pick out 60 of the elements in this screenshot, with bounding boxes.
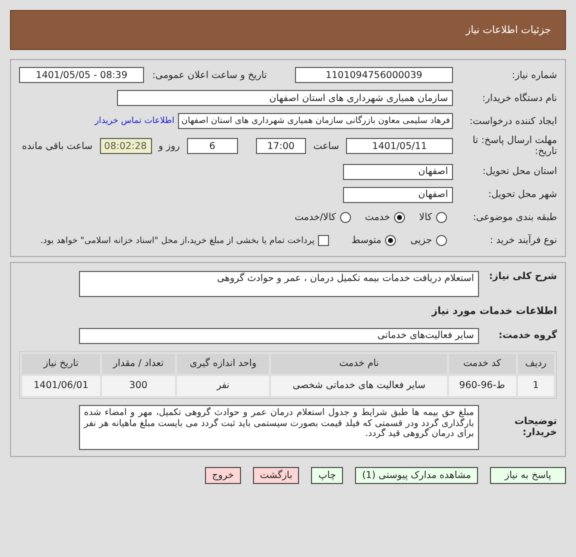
page-title: جزئیات اطلاعات نیاز	[466, 24, 551, 36]
checkbox-label: پرداخت تمام یا بخشی از مبلغ خرید،از محل "اسناد خزانه اسلامی" خواهد بود.	[40, 236, 314, 246]
buyer-notes-field: مبلغ حق بیمه ها طبق شرایط و جدول استعلام درمان عمر و حوادث گروهی تکمیل، مهر و امضاء شده بارگذاری گردد ودر قسمتی که فیلد قیمت بصورت سیستمی باید ثبت گردد می بایست مبلغ ماهیانه هر نفر برای درمان گروهی قید گردد.	[79, 404, 479, 450]
field-label: شرح کلی نیاز:	[488, 270, 557, 284]
summary-field: استعلام دریافت خدمات بیمه تکمیل درمان ، عمر و حوادث گروهی	[79, 270, 479, 297]
checkbox[interactable]	[318, 235, 330, 246]
radio-label: خدمت	[364, 212, 390, 224]
radio-button[interactable]	[436, 235, 447, 246]
radio-button[interactable]	[340, 212, 351, 224]
table-cell: 1401/06/01	[22, 376, 100, 396]
field-label: استان محل تحویل:	[481, 166, 557, 178]
column-header: نام خدمت	[271, 354, 447, 374]
radio-button[interactable]	[394, 212, 406, 224]
field-label: گروه خدمت:	[498, 330, 557, 342]
creator-field: فرهاد سلیمی معاون بازرگانی سازمان همیاری شهرداری های استان اصفهان	[178, 113, 453, 129]
radio-button[interactable]	[436, 212, 447, 224]
city-field: اصفهان	[343, 186, 453, 203]
field-label: مهلت ارسال پاسخ: تا تاریخ:	[472, 135, 557, 158]
remaining-label: ساعت باقی مانده	[21, 140, 94, 152]
table-cell: ط-96-960	[448, 376, 516, 396]
field-label: طبقه بندی موضوعی:	[472, 212, 557, 224]
action-button[interactable]: خروج	[205, 466, 241, 484]
action-button[interactable]: پاسخ به نیاز	[490, 466, 566, 484]
contact-link[interactable]: اطلاعات تماس خریدار	[94, 116, 174, 126]
table-cell: 300	[102, 376, 175, 396]
deadline-date-field: 1401/05/11	[346, 138, 453, 154]
column-header: کد خدمت	[448, 354, 516, 374]
days-field: 6	[186, 138, 238, 154]
action-button[interactable]: چاپ	[311, 466, 344, 484]
remaining-time-field: 08:02:28	[100, 138, 152, 154]
radio-label: کالا/خدمت	[294, 212, 336, 224]
province-field: اصفهان	[343, 164, 453, 180]
radio-label: متوسط	[351, 235, 382, 246]
column-header: تاریخ نیاز	[22, 354, 100, 374]
time-field: 17:00	[256, 138, 306, 154]
field-label: شماره نیاز:	[510, 70, 557, 80]
time-label: ساعت	[312, 140, 340, 152]
field-label: شهر محل تحویل:	[487, 189, 557, 200]
table-cell: سایر فعالیت های خدماتی شخصی	[271, 376, 447, 396]
field-label: ایجاد کننده درخواست:	[468, 116, 557, 126]
field-label: توضیحات خریدار:	[513, 416, 557, 438]
section-heading: اطلاعات خدمات مورد نیاز	[432, 306, 557, 318]
field-label: تاریخ و ساعت اعلان عمومی:	[152, 70, 267, 80]
column-header: تعداد / مقدار	[102, 354, 175, 374]
column-header: واحد اندازه گیری	[176, 354, 270, 374]
radio-label: جزیی	[410, 235, 432, 246]
field-label: نام دستگاه خریدار:	[481, 92, 557, 104]
need-number-field: 1101094756000039	[294, 67, 453, 83]
buyer-field: سازمان همیاری شهرداری های استان اصفهان	[117, 90, 453, 106]
days-label: روز و	[157, 140, 181, 152]
radio-label: کالا	[419, 212, 432, 224]
table-cell: نفر	[176, 376, 270, 396]
service-group-field: سایر فعالیت‌های خدماتی	[79, 328, 479, 344]
column-header: ردیف	[518, 354, 554, 374]
action-button[interactable]: بازگشت	[252, 466, 300, 484]
action-button[interactable]: مشاهده مدارک پیوستی (1)	[355, 466, 478, 484]
announce-date-field: 1401/05/05 - 08:39	[19, 67, 144, 83]
radio-button[interactable]	[385, 235, 396, 246]
table-cell: 1	[518, 376, 554, 396]
field-label: نوع فرآیند خرید :	[488, 235, 557, 246]
